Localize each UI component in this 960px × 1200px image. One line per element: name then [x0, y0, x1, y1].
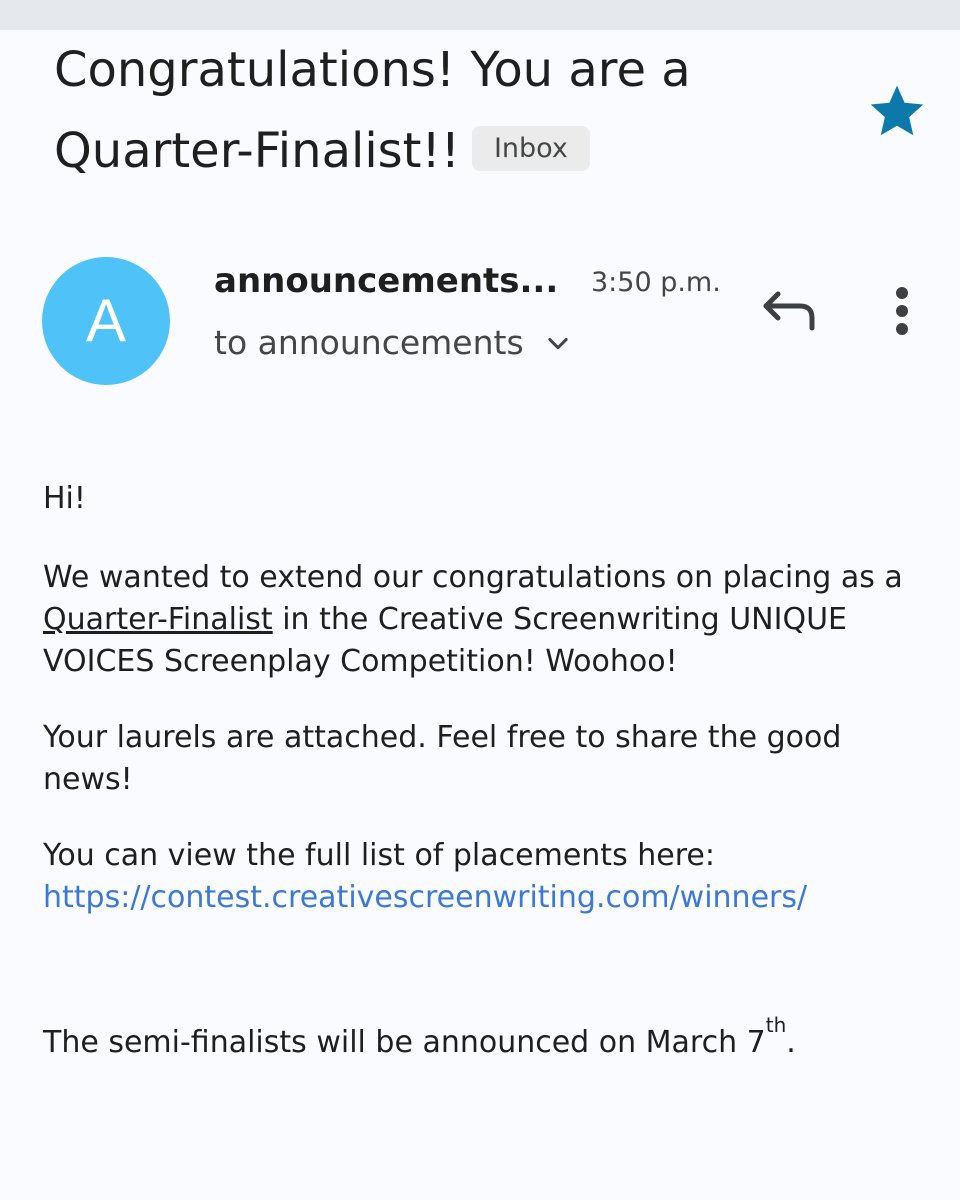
ordinal-suffix: th: [765, 1013, 787, 1037]
semi-text: The semi-finalists will be announced on …: [43, 1025, 766, 1060]
subject-text: Congratulations! You are a Quarter-Final…: [54, 42, 691, 179]
semi-period: .: [786, 1025, 796, 1060]
recipient-text: to announcements: [214, 323, 524, 362]
star-icon: [870, 85, 924, 136]
sender-name[interactable]: announcements...: [214, 258, 558, 304]
inbox-label-chip[interactable]: Inbox: [471, 126, 590, 171]
chevron-down-icon: [547, 337, 568, 350]
status-bar-strip: [0, 0, 960, 30]
more-vert-icon: [896, 287, 908, 335]
quarter-finalist-link[interactable]: Quarter-Finalist: [43, 602, 273, 637]
winners-url-link[interactable]: https://contest.creativescreenwriting.co…: [43, 880, 807, 915]
reply-icon: [763, 291, 815, 331]
body-placements: You can view the full list of placements…: [43, 835, 913, 919]
email-body: Hi! We wanted to extend our congratulati…: [43, 478, 913, 1064]
body-laurels: Your laurels are attached. Feel free to …: [43, 720, 842, 797]
sent-time: 3:50 p.m.: [591, 267, 721, 298]
congrats-text-start: We wanted to extend our congratulations …: [43, 560, 903, 595]
body-congratulations: We wanted to extend our congratulations …: [43, 557, 913, 683]
reply-button[interactable]: [758, 286, 820, 338]
more-options-button[interactable]: [884, 284, 920, 340]
star-button[interactable]: [866, 80, 928, 142]
email-subject: Congratulations! You are a Quarter-Final…: [54, 30, 854, 192]
placements-text: You can view the full list of placements…: [43, 838, 715, 873]
body-semi-finalists: The semi-finalists will be announced on …: [43, 1015, 913, 1064]
sender-avatar: A: [42, 257, 170, 385]
recipient-details-toggle[interactable]: to announcements: [214, 320, 572, 366]
body-greeting: Hi!: [43, 481, 86, 516]
